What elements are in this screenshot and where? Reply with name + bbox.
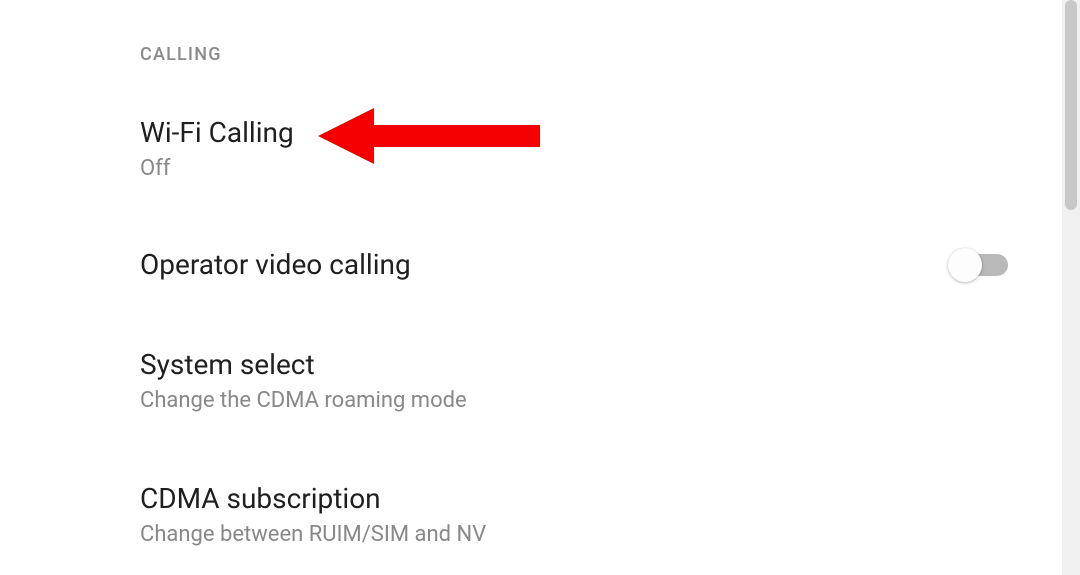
system-select-title: System select [140, 348, 1002, 382]
wifi-calling-row[interactable]: Wi-Fi Calling Off [140, 116, 1002, 181]
operator-video-calling-title: Operator video calling [140, 248, 1002, 282]
operator-video-calling-toggle[interactable] [948, 248, 1010, 284]
operator-video-calling-row[interactable]: Operator video calling [140, 248, 1002, 282]
section-header-calling: CALLING [140, 44, 222, 65]
cdma-subscription-subtitle: Change between RUIM/SIM and NV [140, 522, 1002, 547]
toggle-thumb [948, 248, 982, 282]
system-select-subtitle: Change the CDMA roaming mode [140, 388, 1002, 413]
wifi-calling-status: Off [140, 156, 1002, 181]
wifi-calling-title: Wi-Fi Calling [140, 116, 1002, 150]
cdma-subscription-row[interactable]: CDMA subscription Change between RUIM/SI… [140, 482, 1002, 547]
scrollbar-track[interactable] [1062, 0, 1080, 575]
settings-panel: CALLING Wi-Fi Calling Off Operator video… [0, 0, 1062, 575]
cdma-subscription-title: CDMA subscription [140, 482, 1002, 516]
scrollbar-thumb[interactable] [1065, 0, 1077, 210]
system-select-row[interactable]: System select Change the CDMA roaming mo… [140, 348, 1002, 413]
